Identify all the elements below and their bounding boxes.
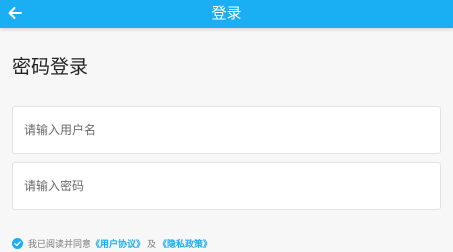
username-field-box xyxy=(12,106,441,154)
check-circle-icon xyxy=(12,237,23,249)
app-header: 登录 xyxy=(0,0,453,28)
agreement-row: 我已阅读并同意 《用户协议》 及 《隐私政策》 xyxy=(12,236,212,250)
password-field-box xyxy=(12,162,441,210)
header-title: 登录 xyxy=(211,4,242,22)
agreement-prefix: 我已阅读并同意 xyxy=(28,239,92,250)
username-input[interactable] xyxy=(13,107,440,153)
page-title: 密码登录 xyxy=(12,56,89,78)
user-agreement-link[interactable]: 《用户协议》 xyxy=(91,237,145,250)
agreement-and: 及 xyxy=(147,239,157,250)
password-input[interactable] xyxy=(13,163,440,209)
agreement-checkbox[interactable] xyxy=(12,237,23,249)
privacy-policy-link[interactable]: 《隐私政策》 xyxy=(158,237,212,250)
